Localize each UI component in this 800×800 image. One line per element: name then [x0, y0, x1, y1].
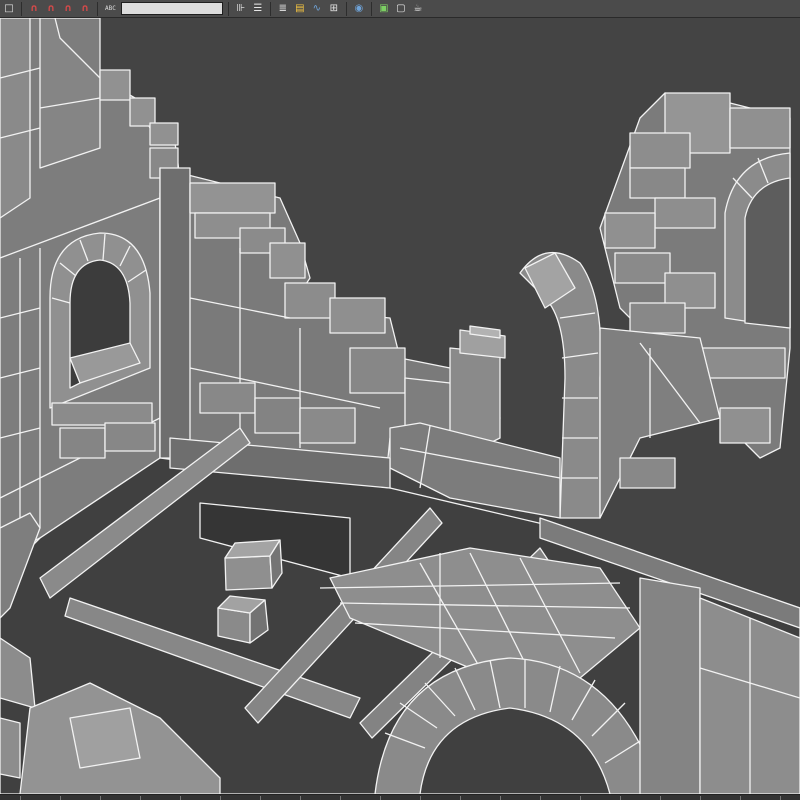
toolbar-divider: [21, 1, 22, 16]
snap-toggle-button[interactable]: ∩: [27, 2, 41, 16]
toolbar-divider: [370, 1, 372, 16]
arched-window: [49, 232, 156, 459]
abc-icon: ABC: [105, 4, 116, 12]
time-tick: [740, 796, 741, 800]
frame-window-icon: ▢: [396, 2, 406, 14]
select-object-button[interactable]: □: [2, 2, 16, 16]
magnet-icon: ∩: [29, 2, 39, 14]
material-editor-icon: ◉: [354, 2, 364, 14]
angle-snap-button[interactable]: ∩: [44, 2, 58, 16]
rendered-frame-window-button[interactable]: ▢: [394, 2, 408, 16]
material-editor-button[interactable]: ◉: [352, 2, 366, 16]
scene-explorer-icon: ▤: [295, 2, 305, 14]
time-tick: [340, 796, 341, 800]
time-tick: [620, 796, 621, 800]
align-icon: ☰: [253, 2, 263, 14]
time-tick: [20, 796, 21, 800]
main-toolbar: □ ∩ ∩ ∩ ∩ ABC ⊪ ☰ ≣ ▤ ∿ ⊞ ◉ ▣ ▢ ☕: [0, 0, 800, 18]
magnet-spinner-icon: ∩: [80, 2, 90, 14]
teapot-icon: ☕: [413, 2, 423, 14]
time-tick: [460, 796, 461, 800]
time-tick: [140, 796, 141, 800]
layers-icon: ≣: [278, 2, 288, 14]
render-setup-icon: ▣: [379, 2, 389, 14]
render-setup-button[interactable]: ▣: [377, 2, 391, 16]
mirror-icon: ⊪: [236, 2, 246, 14]
perspective-viewport[interactable]: [0, 18, 800, 794]
schematic-view-button[interactable]: ⊞: [327, 2, 341, 16]
time-tick: [420, 796, 421, 800]
toolbar-divider: [345, 1, 347, 16]
mirror-button[interactable]: ⊪: [234, 2, 248, 16]
schematic-icon: ⊞: [329, 2, 339, 14]
time-tick: [260, 796, 261, 800]
time-tick: [220, 796, 221, 800]
named-selection-dropdown[interactable]: [120, 2, 223, 15]
toggle-scene-explorer-button[interactable]: ▤: [293, 2, 307, 16]
time-tick: [780, 796, 781, 800]
time-tick: [540, 796, 541, 800]
magnet-angle-icon: ∩: [46, 2, 56, 14]
time-tick: [300, 796, 301, 800]
wireframe-scene: [0, 18, 800, 794]
stone-pillar: [449, 325, 506, 449]
time-tick: [580, 796, 581, 800]
time-tick: [500, 796, 501, 800]
time-tick: [700, 796, 701, 800]
align-button[interactable]: ☰: [251, 2, 265, 16]
magnet-percent-icon: ∩: [63, 2, 73, 14]
time-slider-track[interactable]: [0, 794, 800, 800]
render-production-button[interactable]: ☕: [411, 2, 425, 16]
spinner-snap-button[interactable]: ∩: [78, 2, 92, 16]
curve-editor-button[interactable]: ∿: [310, 2, 324, 16]
toolbar-divider: [227, 1, 229, 16]
edit-named-selection-button[interactable]: ABC: [103, 2, 118, 16]
curve-editor-icon: ∿: [312, 2, 322, 14]
time-tick: [100, 796, 101, 800]
time-tick: [660, 796, 661, 800]
time-tick: [60, 796, 61, 800]
toolbar-divider: [97, 1, 98, 16]
toolbar-divider: [269, 1, 271, 16]
layer-manager-button[interactable]: ≣: [276, 2, 290, 16]
select-arrow-icon: □: [4, 2, 14, 14]
time-tick: [180, 796, 181, 800]
percent-snap-button[interactable]: ∩: [61, 2, 75, 16]
time-tick: [380, 796, 381, 800]
